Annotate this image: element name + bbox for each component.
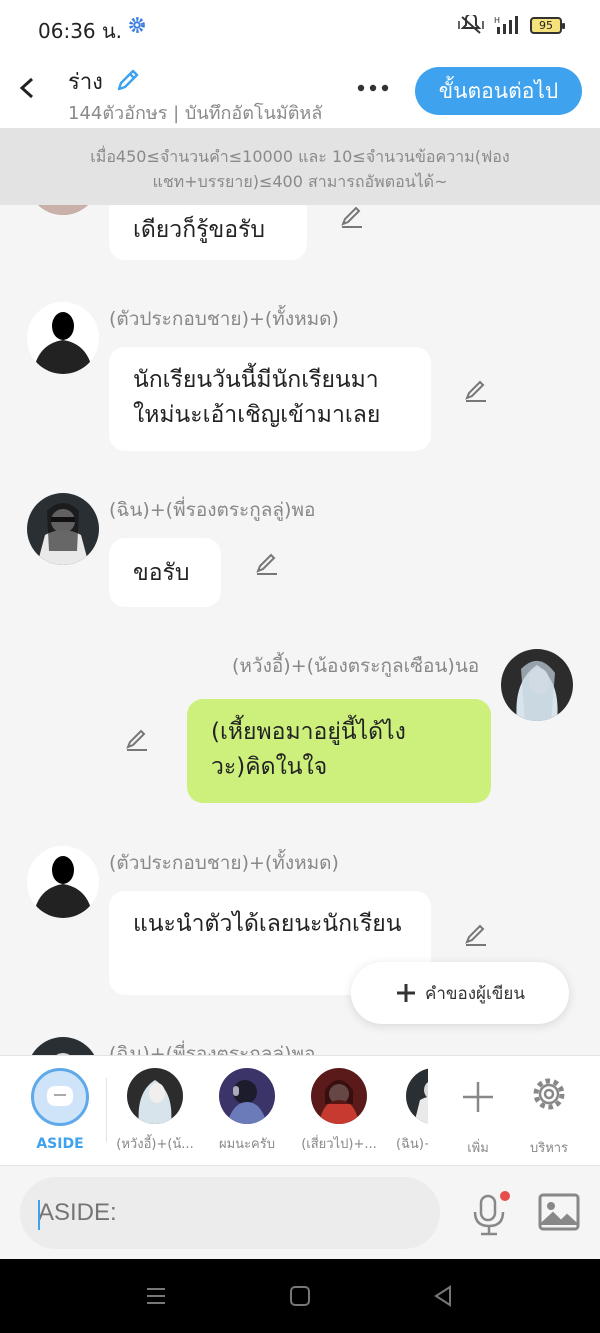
gear-icon xyxy=(533,1078,565,1110)
character-name: (ฉิน)+(พี่รองตระกูลลู่)พอ xyxy=(109,499,316,521)
my-message-bubble[interactable]: (เหี้ยพอมาอยู่นี้ได้ไงวะ)คิดในใจ xyxy=(187,699,491,803)
character-avatar xyxy=(406,1068,428,1124)
publish-requirement-notice: เมื่อ450≤จำนวนคำ≤10000 และ 10≤จำนวนข้อคว… xyxy=(0,128,600,205)
add-character-button[interactable]: เพิ่ม xyxy=(456,1068,500,1158)
author-note-button[interactable]: คำของผู้เขียน xyxy=(351,962,569,1024)
avatar[interactable] xyxy=(27,205,99,215)
avatar-silhouette[interactable] xyxy=(27,302,99,374)
mute-vibrate-icon xyxy=(458,15,484,34)
battery-indicator: 95 xyxy=(530,16,565,34)
more-options-icon[interactable] xyxy=(355,78,391,98)
system-navigation-bar xyxy=(0,1259,600,1333)
draft-title: ร่าง xyxy=(68,70,103,95)
message-bubble[interactable]: เดียวก็รู้ขอรับ xyxy=(109,205,307,260)
signal-icon: H xyxy=(494,16,518,34)
image-icon[interactable] xyxy=(537,1192,581,1232)
back-nav-icon[interactable] xyxy=(432,1285,454,1307)
avatar-qin[interactable] xyxy=(27,493,99,565)
manage-label: บริหาร xyxy=(529,1141,569,1156)
character-option[interactable]: (ฉิน)+ xyxy=(396,1068,428,1154)
avatar-silhouette[interactable] xyxy=(27,846,99,918)
character-label: (หวังอี้)+(น้... xyxy=(116,1137,194,1152)
character-avatar xyxy=(127,1068,183,1124)
edit-title-pencil-icon[interactable] xyxy=(114,66,142,94)
message-input[interactable] xyxy=(20,1177,440,1249)
character-option[interactable]: (เสี่ยวไป)+... xyxy=(298,1068,380,1154)
message-input-bar xyxy=(0,1165,600,1259)
edit-message-pencil-icon[interactable] xyxy=(123,726,151,754)
character-label: ASIDE xyxy=(36,1136,84,1152)
character-label: ผมนะครับ xyxy=(219,1137,275,1152)
message-bubble[interactable]: ขอรับ xyxy=(109,538,221,607)
edit-message-pencil-icon[interactable] xyxy=(253,550,281,578)
divider xyxy=(106,1078,107,1142)
aside-avatar xyxy=(31,1068,89,1126)
character-name: (ฉิน)+(พี่รองตระกูลลู่)พอ xyxy=(109,1043,316,1055)
aside-bubble-icon xyxy=(47,1086,73,1106)
character-aside[interactable]: ASIDE xyxy=(29,1068,91,1152)
microphone-icon[interactable] xyxy=(468,1190,510,1236)
character-option[interactable]: (หวังอี้)+(น้... xyxy=(114,1068,196,1154)
status-bar: 06:36 น. H 95 xyxy=(0,0,600,52)
plus-icon xyxy=(463,1082,493,1112)
character-option[interactable]: ผมนะครับ xyxy=(214,1068,280,1154)
settings-gear-icon xyxy=(129,17,145,33)
character-label: (เสี่ยวไป)+... xyxy=(301,1137,377,1152)
home-icon[interactable] xyxy=(289,1285,311,1307)
character-name: (ตัวประกอบชาย)+(ทั้งหมด) xyxy=(109,852,339,874)
svg-text:H: H xyxy=(494,16,500,25)
add-label: เพิ่ม xyxy=(467,1141,489,1156)
editor-header: ร่าง 144ตัวอักษร | บันทึกอัตโนมัติหลั ขั… xyxy=(0,52,600,128)
character-selector-bar: ASIDE (หวังอี้)+(น้... ผมนะครับ (เสี่ยวไ… xyxy=(0,1055,600,1165)
chat-area[interactable]: เดียวก็รู้ขอรับ (ตัวประกอบชาย)+(ทั้งหมด)… xyxy=(0,205,600,1055)
back-arrow-icon[interactable] xyxy=(14,74,42,102)
avatar-qin[interactable] xyxy=(27,1037,99,1055)
avatar-wangyi[interactable] xyxy=(501,649,573,721)
edit-message-pencil-icon[interactable] xyxy=(462,377,490,405)
character-name: (หวังอี้)+(น้องตระกูลเซือน)นอ xyxy=(232,655,480,677)
character-label: (ฉิน)+ xyxy=(396,1137,428,1152)
manage-characters-button[interactable]: บริหาร xyxy=(521,1068,577,1158)
plus-icon xyxy=(396,984,415,1002)
character-avatar xyxy=(219,1068,275,1124)
message-bubble[interactable]: นักเรียนวันนี้มีนักเรียนมาใหม่นะเอ้าเชิญ… xyxy=(109,347,431,451)
author-note-label: คำของผู้เขียน xyxy=(424,983,526,1004)
character-name: (ตัวประกอบชาย)+(ทั้งหมด) xyxy=(109,308,339,330)
text-caret xyxy=(38,1200,40,1230)
next-step-button[interactable]: ขั้นตอนต่อไป xyxy=(415,67,582,115)
edit-message-pencil-icon[interactable] xyxy=(338,205,366,231)
character-avatar xyxy=(311,1068,367,1124)
edit-message-pencil-icon[interactable] xyxy=(462,921,490,949)
word-count-autosave: 144ตัวอักษร | บันทึกอัตโนมัติหลั xyxy=(68,103,323,124)
recent-apps-icon[interactable] xyxy=(145,1285,167,1307)
status-time: 06:36 น. xyxy=(38,19,123,43)
